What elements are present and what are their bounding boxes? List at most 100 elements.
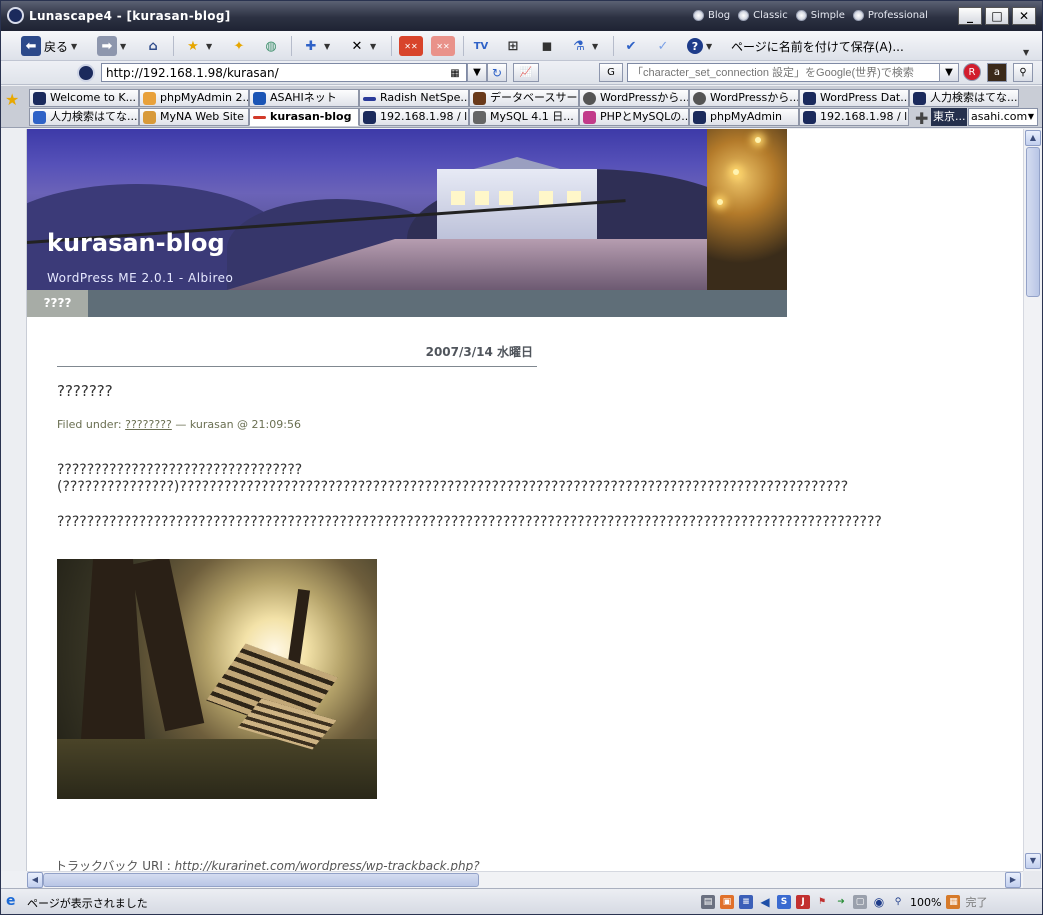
speaker-icon[interactable]: ◀ (758, 895, 772, 909)
tab-wordpress-2[interactable]: WordPressから... (689, 89, 799, 107)
tab-asahi[interactable]: ASAHIネット (249, 89, 359, 107)
zoom-icon[interactable]: ⚲ (891, 895, 905, 909)
gear-icon (473, 92, 486, 105)
save-as-button[interactable]: ページに名前を付けて保存(A)... (731, 35, 904, 57)
date-heading: 2007/3/14 水曜日 (57, 343, 537, 367)
scroll-down-icon[interactable]: ▼ (1025, 853, 1041, 869)
extensions-button[interactable]: ⚗ ▼ (569, 35, 598, 57)
mode-simple[interactable]: Simple (795, 10, 845, 21)
tab-welcome[interactable]: Welcome to K... (29, 89, 139, 107)
script-icon[interactable]: S (777, 895, 791, 909)
add-tab-icon[interactable]: ✚ (915, 109, 928, 128)
vertical-scrollbar[interactable]: ▲ ▼ (1023, 129, 1041, 871)
check-light-button[interactable]: ✓ (653, 35, 673, 57)
tv-button[interactable]: TV (471, 35, 491, 57)
close-tab-button[interactable]: ✕ ▼ (347, 35, 377, 57)
lock-icon[interactable]: ▢ (853, 895, 867, 909)
blog-title[interactable]: kurasan-blog (47, 229, 225, 257)
status-bar: e ページが表示されました ▤ ▣ ≡ ◀ S J ⚑ ➜ ▢ ◉ ⚲ 100%… (1, 888, 1042, 914)
page-icon[interactable]: ▣ (720, 895, 734, 909)
address-dropdown[interactable]: ▼ (467, 63, 487, 82)
home-icon: ⌂ (148, 38, 158, 54)
toolbar-overflow[interactable]: ▼ (1023, 41, 1029, 63)
asahi-icon (253, 92, 266, 105)
trackback-url[interactable]: http://kurarinet.com/wordpress/wp-trackb… (175, 859, 480, 871)
scroll-up-icon[interactable]: ▲ (1025, 130, 1041, 146)
favorites-button[interactable]: ★ ▼ (183, 35, 212, 57)
ie-engine-icon[interactable]: e (6, 893, 16, 909)
search-icon[interactable]: ⚲ (1013, 63, 1033, 82)
rakuten-icon[interactable]: R (963, 63, 981, 81)
tile-button[interactable]: ⊞ (503, 35, 523, 57)
tab-kurasan-blog[interactable]: kurasan-blog (249, 108, 359, 126)
close-others-icon: ✕✕ (431, 36, 455, 56)
help-button[interactable]: ? ▼ (687, 35, 712, 57)
tab-local-1[interactable]: 192.168.1.98 / l... (359, 108, 469, 126)
search-input[interactable] (627, 63, 941, 82)
feed-icon[interactable]: ▦ (445, 64, 465, 83)
toolbox-icon[interactable]: ▤ (701, 895, 715, 909)
lunascape-logo-icon (7, 7, 24, 24)
add-favorite-button[interactable]: ✦ (229, 35, 249, 57)
scroll-right-icon[interactable]: ▶ (1005, 872, 1021, 888)
minimize-button[interactable]: _ (958, 7, 982, 25)
favorites-star-icon[interactable]: ★ (5, 90, 19, 109)
wordpress-icon (693, 92, 706, 105)
category-link[interactable]: ???????? (125, 418, 172, 431)
tab-mysql[interactable]: MySQL 4.1 日... (469, 108, 579, 126)
mode-blog[interactable]: Blog (693, 10, 730, 21)
site-select[interactable]: asahi.com ▼ (968, 108, 1038, 126)
history-button[interactable]: ◍ (261, 35, 281, 57)
tab-hatena-1[interactable]: 人力検索はてな... (909, 89, 1019, 107)
tab-local-2[interactable]: 192.168.1.98 / l... (799, 108, 909, 126)
window-controls: _ □ ✕ (958, 7, 1036, 25)
check-button[interactable]: ✔ (621, 35, 641, 57)
mode-professional[interactable]: Professional (852, 10, 928, 21)
chevron-down-icon: ▼ (206, 41, 213, 51)
flag-icon[interactable]: ⚑ (815, 895, 829, 909)
tab-wordpress-1[interactable]: WordPressから... (579, 89, 689, 107)
address-input[interactable] (101, 63, 467, 82)
star-icon: ★ (187, 38, 199, 54)
tab-radish[interactable]: Radish NetSpe... (359, 89, 469, 107)
home-button[interactable]: ⌂ (143, 35, 163, 57)
tools-button[interactable]: ◼ (537, 35, 557, 57)
horizontal-scroll-thumb[interactable] (43, 873, 479, 887)
list-icon[interactable]: ≡ (739, 895, 753, 909)
forward-button[interactable]: ➡ ▼ (97, 35, 126, 57)
java-icon[interactable]: J (796, 895, 810, 909)
refresh-icon[interactable]: ↻ (487, 63, 507, 82)
tab-favicon-icon (913, 92, 926, 105)
tab-hatena-2[interactable]: 人力検索はてな... (29, 108, 139, 126)
mode-classic[interactable]: Classic (738, 10, 788, 21)
tab-phpmyadmin[interactable]: phpMyAdmin 2... (139, 89, 249, 107)
toolbar-separator (291, 36, 292, 56)
scroll-left-icon[interactable]: ◀ (27, 872, 43, 888)
tab-wordpress-dat[interactable]: WordPress Dat... (799, 89, 909, 107)
chevron-down-icon: ▼ (370, 41, 377, 51)
amazon-icon[interactable]: a (987, 63, 1007, 82)
post-photo-bench (57, 559, 377, 799)
graph-icon[interactable]: 📈 (513, 63, 539, 82)
zoom-level[interactable]: 100% (910, 896, 941, 909)
vertical-scroll-thumb[interactable] (1026, 147, 1040, 297)
blog-header-image: kurasan-blog WordPress ME 2.0.1 - Albire… (27, 129, 787, 290)
nav-item-home[interactable]: ???? (27, 290, 88, 317)
close-others-button[interactable]: ✕✕ (431, 35, 455, 57)
tab-database-server[interactable]: データベースサー... (469, 89, 579, 107)
tab-php-mysql[interactable]: PHPとMySQLの... (579, 108, 689, 126)
horizontal-scrollbar[interactable]: ◀ ▶ (27, 871, 1023, 888)
new-tab-button[interactable]: ✚ ▼ (301, 35, 331, 57)
post-title[interactable]: ??????? (57, 382, 113, 400)
back-button[interactable]: ⬅ 戻る ▼ (21, 35, 77, 57)
chevron-down-icon: ▼ (1027, 112, 1034, 121)
arrow-icon[interactable]: ➜ (834, 895, 848, 909)
maximize-button[interactable]: □ (985, 7, 1009, 25)
search-engine-icon[interactable]: G (599, 63, 623, 82)
close-button[interactable]: ✕ (1012, 7, 1036, 25)
search-dropdown[interactable]: ▼ (939, 63, 959, 82)
tab-myna[interactable]: MyNA Web Site (139, 108, 249, 126)
close-all-button[interactable]: ✕✕ (399, 35, 423, 57)
tab-phpmyadmin-2[interactable]: phpMyAdmin (689, 108, 799, 126)
eye-icon[interactable]: ◉ (872, 895, 886, 909)
